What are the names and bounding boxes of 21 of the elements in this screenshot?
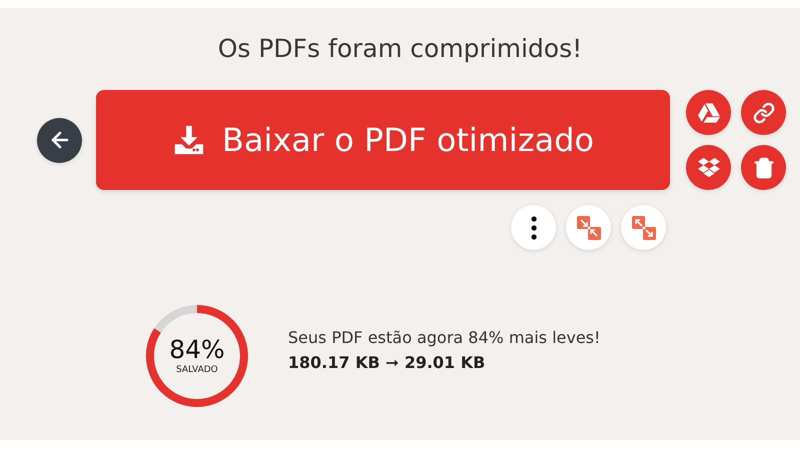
download-button[interactable]: Baixar o PDF otimizado <box>96 90 670 190</box>
saved-caption: SALVADO <box>176 365 218 375</box>
file-sizes: 180.17 KB ➞ 29.01 KB <box>288 353 486 372</box>
savings-message: Seus PDF estão agora 84% mais leves! <box>288 328 600 347</box>
page-title: Os PDFs foram comprimidos! <box>218 34 582 63</box>
compress-button[interactable] <box>566 205 611 250</box>
link-icon <box>752 102 774 124</box>
percent-saved: 84% <box>169 337 225 362</box>
compress-icon <box>576 216 600 240</box>
more-button[interactable] <box>511 205 556 250</box>
dropbox-icon <box>698 156 720 178</box>
delete-button[interactable] <box>741 145 786 190</box>
drive-icon <box>698 102 720 122</box>
expand-button[interactable] <box>621 205 666 250</box>
more-icon <box>530 216 536 240</box>
back-button[interactable] <box>37 118 82 162</box>
dropbox-button[interactable] <box>686 145 731 190</box>
link-button[interactable] <box>741 90 786 135</box>
expand-icon <box>632 216 656 240</box>
trash-icon <box>752 156 774 178</box>
drive-button[interactable] <box>686 90 731 135</box>
